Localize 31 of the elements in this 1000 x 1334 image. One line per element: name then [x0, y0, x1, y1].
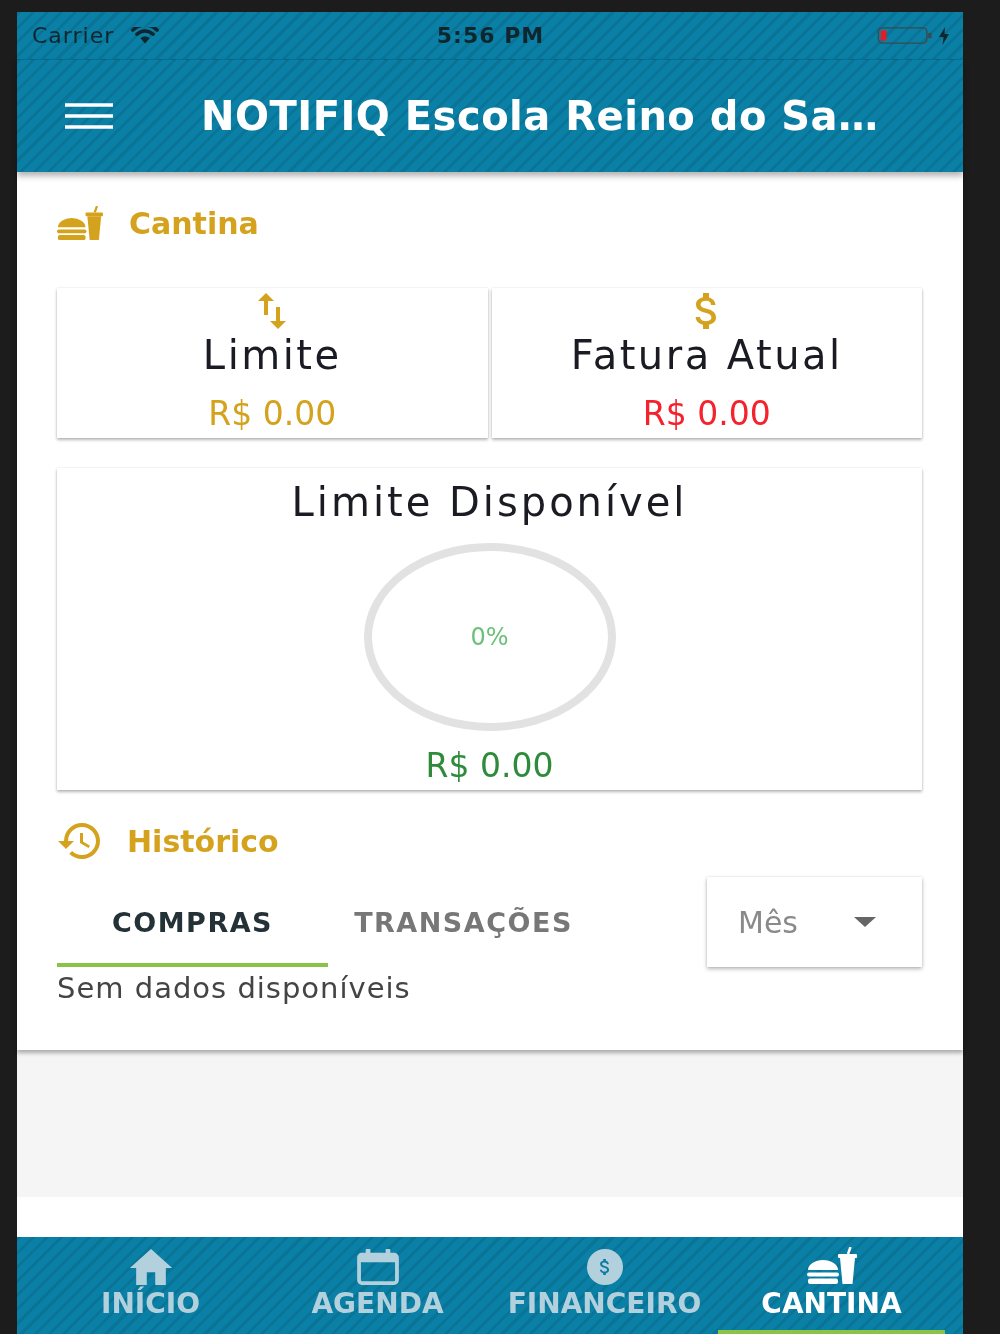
- wifi-icon: [130, 26, 161, 45]
- month-dropdown[interactable]: Mês: [707, 877, 922, 967]
- nav-tab[interactable]: FINANCEIRO: [491, 1237, 718, 1334]
- card-title: Limite: [202, 331, 342, 379]
- home-icon: [128, 1249, 173, 1285]
- burger-drink-icon: [806, 1247, 857, 1285]
- nav-tab[interactable]: CANTINA: [718, 1237, 945, 1334]
- progress-percent: 0%: [470, 623, 509, 651]
- calendar-icon: [355, 1249, 400, 1285]
- menu-icon[interactable]: [65, 103, 113, 129]
- empty-message: Sem dados disponíveis: [57, 970, 412, 1006]
- carrier-name: Carrier: [32, 23, 115, 48]
- status-time: 5:56 PM: [436, 23, 545, 48]
- burger-drink-icon: [57, 205, 103, 241]
- card-amount: R$ 0.00: [208, 394, 337, 434]
- nav-tab[interactable]: AGENDA: [264, 1237, 491, 1334]
- battery-icon: [877, 26, 933, 45]
- caret-icon: [854, 917, 876, 927]
- available-amount: R$ 0.00: [425, 746, 554, 786]
- card-title: Fatura Atual: [570, 331, 843, 379]
- card-title: Limite Disponível: [291, 478, 688, 526]
- history-tab[interactable]: TRANSAÇÕES: [328, 877, 599, 967]
- section-title: Cantina: [129, 205, 259, 241]
- swap-arrows-icon: [257, 293, 288, 329]
- history-tab[interactable]: COMPRAS: [57, 877, 328, 967]
- app-title: NOTIFIQ Escola Reino do Sa…: [201, 93, 879, 139]
- nav-tab[interactable]: INÍCIO: [37, 1237, 264, 1334]
- card-amount: R$ 0.00: [642, 394, 771, 434]
- charging-icon: [939, 26, 949, 45]
- section-title: Histórico: [127, 823, 279, 859]
- history-icon: [57, 823, 101, 859]
